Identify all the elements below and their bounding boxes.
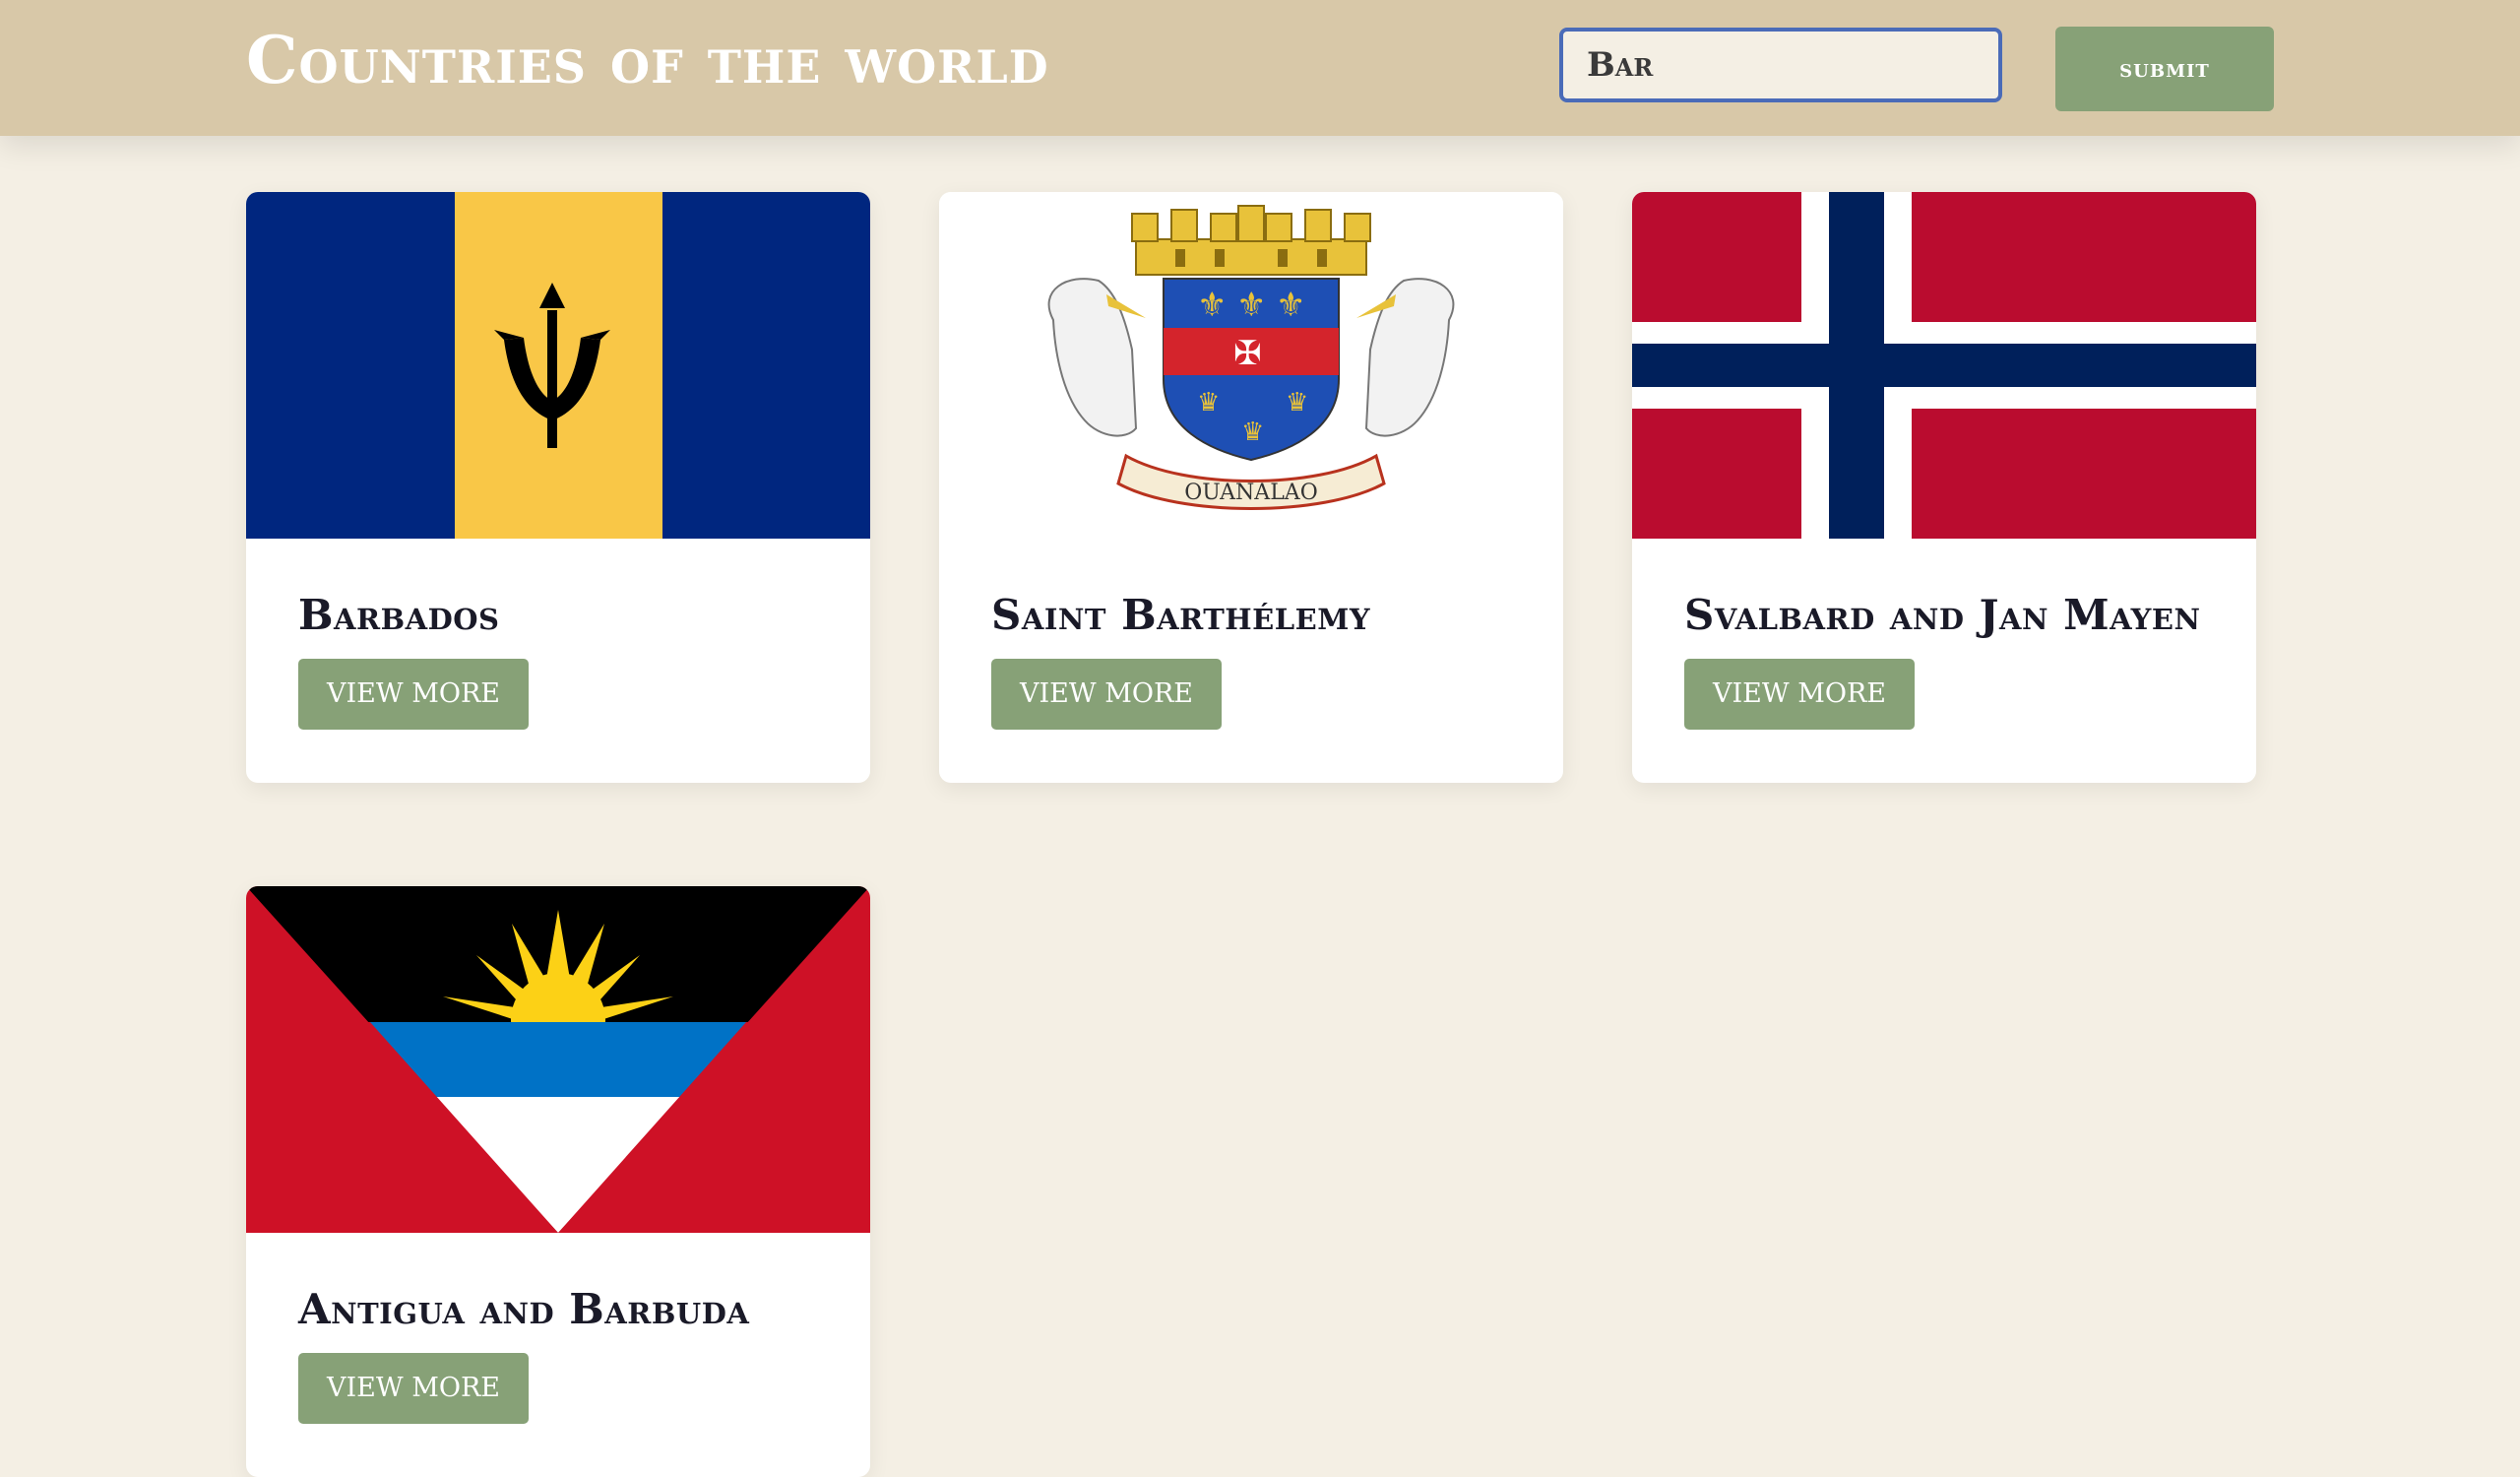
site-header: Countries of the world submit — [0, 0, 2520, 136]
svg-text:♛: ♛ — [1286, 388, 1308, 417]
site-title: Countries of the world — [246, 22, 1049, 98]
country-name: Saint Barthélemy — [991, 591, 1371, 639]
view-more-button[interactable]: VIEW MORE — [1684, 659, 1915, 730]
svg-text:♛: ♛ — [1241, 417, 1264, 447]
country-name: Barbados — [298, 591, 500, 639]
view-more-button[interactable]: VIEW MORE — [991, 659, 1222, 730]
country-card-antigua-barbuda: Antigua and Barbuda VIEW MORE — [246, 886, 870, 1477]
country-name: Antigua and Barbuda — [298, 1285, 750, 1333]
svg-text:⚜: ⚜ — [1276, 286, 1305, 325]
antigua-barbuda-flag-image — [246, 886, 870, 1233]
country-card-svalbard-jan-mayen: Svalbard and Jan Mayen VIEW MORE — [1632, 192, 2256, 783]
country-name: Svalbard and Jan Mayen — [1684, 591, 2201, 639]
svg-text:♛: ♛ — [1197, 388, 1220, 417]
submit-button[interactable]: submit — [2055, 27, 2274, 111]
motto-text: OUANALAO — [1184, 481, 1317, 505]
search-input[interactable] — [1559, 28, 2002, 102]
svalbard-jan-mayen-flag-image — [1632, 192, 2256, 539]
svg-text:✠: ✠ — [1233, 334, 1262, 373]
country-card-barbados: Barbados VIEW MORE — [246, 192, 870, 783]
view-more-button[interactable]: VIEW MORE — [298, 1353, 529, 1424]
country-card-saint-barthelemy: ⚜ ⚜ ⚜ ♛ ♛ ♛ ✠ OUANALAO Saint Barthélemy — [939, 192, 1563, 783]
svg-text:⚜: ⚜ — [1197, 286, 1227, 325]
saint-barthelemy-coat-of-arms-image: ⚜ ⚜ ⚜ ♛ ♛ ♛ ✠ OUANALAO — [939, 192, 1563, 539]
view-more-button[interactable]: VIEW MORE — [298, 659, 529, 730]
svg-text:⚜: ⚜ — [1236, 286, 1266, 325]
barbados-flag-image — [246, 192, 870, 539]
